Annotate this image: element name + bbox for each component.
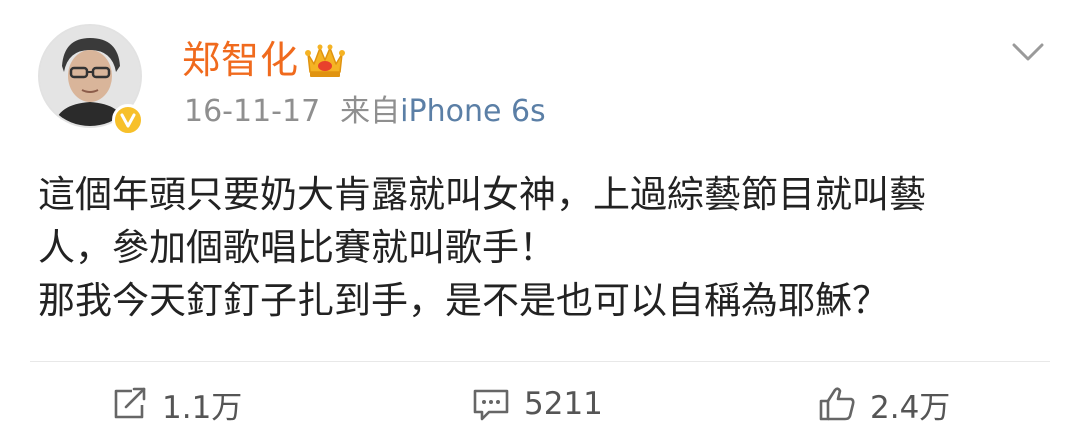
like-count: 2.4万 [870,389,951,426]
post-source-device[interactable]: iPhone 6s [400,94,546,129]
repost-count: 1.1万 [162,389,243,426]
post-content: 這個年頭只要奶大肯露就叫女神，上過綜藝節目就叫藝 人，參加個歌唱比賽就叫歌手！ … [38,168,1048,327]
like-button[interactable]: 2.4万 [818,384,951,426]
weibo-post-card: 郑智化 16-11-17 来自iPhone 6s 這個年頭只要奶大肯露就叫女神，上… [0,0,1080,441]
comment-icon [473,389,509,421]
chevron-down-icon[interactable] [1010,40,1046,64]
share-icon [114,387,146,419]
comment-button[interactable]: 5211 [472,384,603,424]
crown-icon[interactable] [304,42,346,80]
verified-badge-icon [112,104,144,136]
username[interactable]: 郑智化 [182,36,299,84]
thumbs-up-icon [819,387,855,421]
post-time: 16-11-17 [184,94,321,129]
post-source-prefix: 来自 [340,94,401,129]
post-meta: 16-11-17 来自iPhone 6s [184,92,546,132]
post-content-line: 那我今天釘釘子扎到手，是不是也可以自稱為耶穌？ [38,279,889,322]
repost-button[interactable]: 1.1万 [112,384,243,426]
post-content-line: 人，參加個歌唱比賽就叫歌手！ [38,226,556,269]
post-content-line: 這個年頭只要奶大肯露就叫女神，上過綜藝節目就叫藝 [38,173,926,216]
comment-count: 5211 [524,386,603,422]
action-bar: 1.1万 5211 2.4万 [0,362,1080,441]
